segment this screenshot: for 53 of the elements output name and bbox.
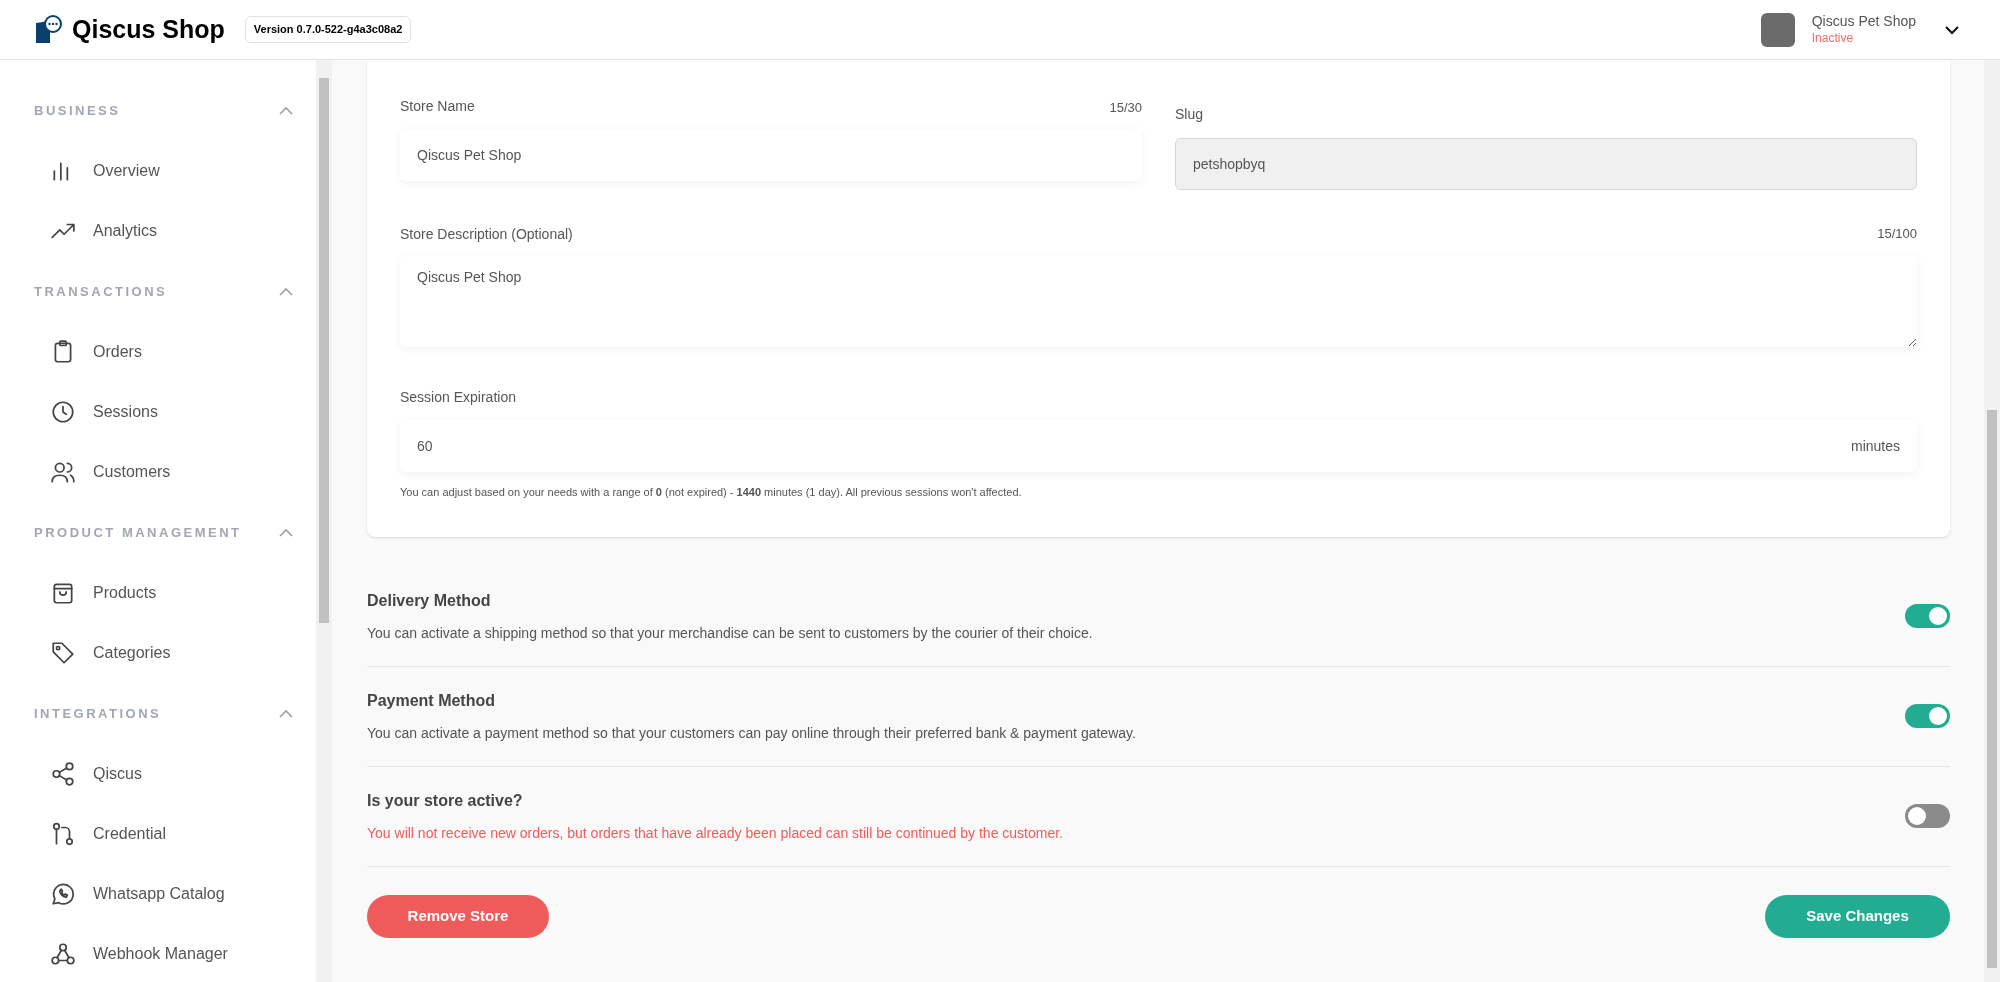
- sidebar-item[interactable]: Customers: [0, 442, 316, 502]
- chevron-up-icon[interactable]: [278, 708, 294, 719]
- character-counter: 15/30: [1109, 98, 1142, 117]
- sidebar-item[interactable]: Orders: [0, 322, 316, 382]
- field-label: Session Expiration: [400, 389, 516, 405]
- store-avatar: [1760, 12, 1795, 47]
- chevron-up-icon[interactable]: [278, 105, 294, 116]
- sidebar-item[interactable]: Webhook Manager: [0, 924, 316, 982]
- toggle-switch[interactable]: [1905, 604, 1950, 628]
- section-heading: PRODUCT MANAGEMENT: [34, 523, 242, 542]
- chevron-up-icon[interactable]: [278, 527, 294, 538]
- webhook-icon: [50, 941, 76, 967]
- sidebar-item[interactable]: Sessions: [0, 382, 316, 442]
- users-icon: [50, 459, 76, 485]
- unit-label: minutes: [1850, 437, 1900, 456]
- store-status: Inactive: [1811, 30, 1855, 46]
- toggle-switch[interactable]: [1905, 704, 1950, 728]
- store-description-field[interactable]: Qiscus Pet Shop: [400, 255, 1917, 347]
- share-icon: [50, 761, 76, 787]
- shopping-bag-chat-icon: [34, 14, 62, 45]
- branch-icon: [50, 821, 76, 847]
- setting-title: Delivery Method: [367, 590, 492, 611]
- sidebar-item[interactable]: Qiscus: [0, 744, 316, 804]
- tag-icon: [50, 640, 76, 666]
- store-name: Qiscus Pet Shop: [1811, 13, 1916, 31]
- section-heading: BUSINESS: [34, 101, 121, 120]
- sidebar-item[interactable]: Whatsapp Catalog: [0, 864, 316, 924]
- sidebar-item[interactable]: Analytics: [0, 201, 316, 261]
- chevron-up-icon[interactable]: [278, 286, 294, 297]
- setting-title: Is your store active?: [367, 790, 524, 811]
- sidebar-item[interactable]: Overview: [0, 141, 316, 201]
- field-label: Store Name: [400, 97, 475, 116]
- clock-icon: [50, 399, 76, 425]
- setting-title: Payment Method: [367, 690, 496, 711]
- section-heading: INTEGRATIONS: [34, 704, 162, 723]
- section-heading: TRANSACTIONS: [34, 282, 168, 301]
- shopping-bag-icon: [50, 580, 76, 606]
- store-name-field[interactable]: Qiscus Pet Shop: [400, 129, 1142, 181]
- field-label: Slug: [1175, 106, 1204, 122]
- field-label: Store Description (Optional): [400, 225, 573, 244]
- chevron-down-icon[interactable]: [1944, 24, 1960, 35]
- warning-text: You will not receive new orders, but orders that have already been placed can still be continued by the customer.: [367, 823, 1063, 843]
- setting-description: You can activate a shipping method so that your merchandise can be sent to customers by the courier of their choice.: [367, 623, 1093, 643]
- character-counter: 15/100: [1877, 225, 1917, 243]
- helper-text: You can adjust based on your needs with a range of 0 (not expired) - 1440 minutes (1 day). All previous sessions won't affected.: [400, 485, 1023, 500]
- version-badge: Version 0.7.0-522-g4a3c08a2: [244, 16, 412, 43]
- sidebar-item[interactable]: Categories: [0, 623, 316, 683]
- chat-bubble-icon: [50, 881, 76, 907]
- brand-title: Qiscus Shop: [72, 13, 225, 45]
- sidebar-item[interactable]: Products: [0, 563, 316, 623]
- setting-description: You can activate a payment method so that your customers can pay online through their preferred bank & payment gateway.: [367, 723, 1136, 743]
- sidebar-item[interactable]: Credential: [0, 804, 316, 864]
- toggle-switch[interactable]: [1905, 804, 1950, 828]
